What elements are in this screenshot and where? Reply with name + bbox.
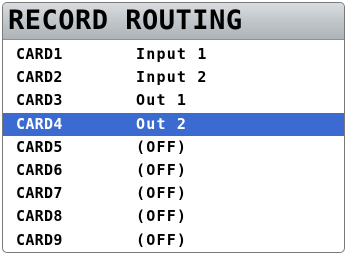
card-label: CARD5 <box>16 137 63 156</box>
card-label: CARD3 <box>16 91 63 110</box>
route-value: Input 1 <box>136 45 208 63</box>
routing-row-card1[interactable]: CARD1 Input 1 <box>3 43 344 66</box>
card-label: CARD6 <box>16 160 63 179</box>
routing-row-card6[interactable]: CARD6 (OFF) <box>3 159 344 182</box>
routing-row-card8[interactable]: CARD8 (OFF) <box>3 205 344 228</box>
card-label: CARD7 <box>16 184 63 203</box>
page-title: RECORD ROUTING <box>8 5 243 36</box>
route-value: Input 2 <box>136 68 208 87</box>
route-value: Out 1 <box>136 91 188 110</box>
record-routing-screen: RECORD ROUTING CARD1 Input 1 CARD2 Input… <box>2 2 345 253</box>
routing-row-card5[interactable]: CARD5 (OFF) <box>3 136 344 159</box>
route-value: Out 2 <box>136 114 188 133</box>
routing-list: CARD1 Input 1 CARD2 Input 2 CARD3 Out 1 … <box>3 43 344 252</box>
card-label: CARD2 <box>16 68 63 87</box>
routing-row-card3[interactable]: CARD3 Out 1 <box>3 89 344 112</box>
title-bar: RECORD ROUTING <box>3 3 344 40</box>
route-value: (OFF) <box>136 207 188 226</box>
routing-row-card4[interactable]: CARD4 Out 2 <box>3 112 344 136</box>
route-value: (OFF) <box>136 230 188 249</box>
card-label: CARD1 <box>16 45 63 63</box>
routing-row-card7[interactable]: CARD7 (OFF) <box>3 182 344 205</box>
route-value: (OFF) <box>136 137 188 156</box>
route-value: (OFF) <box>136 184 188 203</box>
card-label: CARD9 <box>16 230 63 249</box>
route-value: (OFF) <box>136 160 188 179</box>
routing-row-card2[interactable]: CARD2 Input 2 <box>3 66 344 89</box>
routing-row-card9[interactable]: CARD9 (OFF) <box>3 229 344 252</box>
card-label: CARD8 <box>16 207 63 226</box>
card-label: CARD4 <box>16 114 63 133</box>
